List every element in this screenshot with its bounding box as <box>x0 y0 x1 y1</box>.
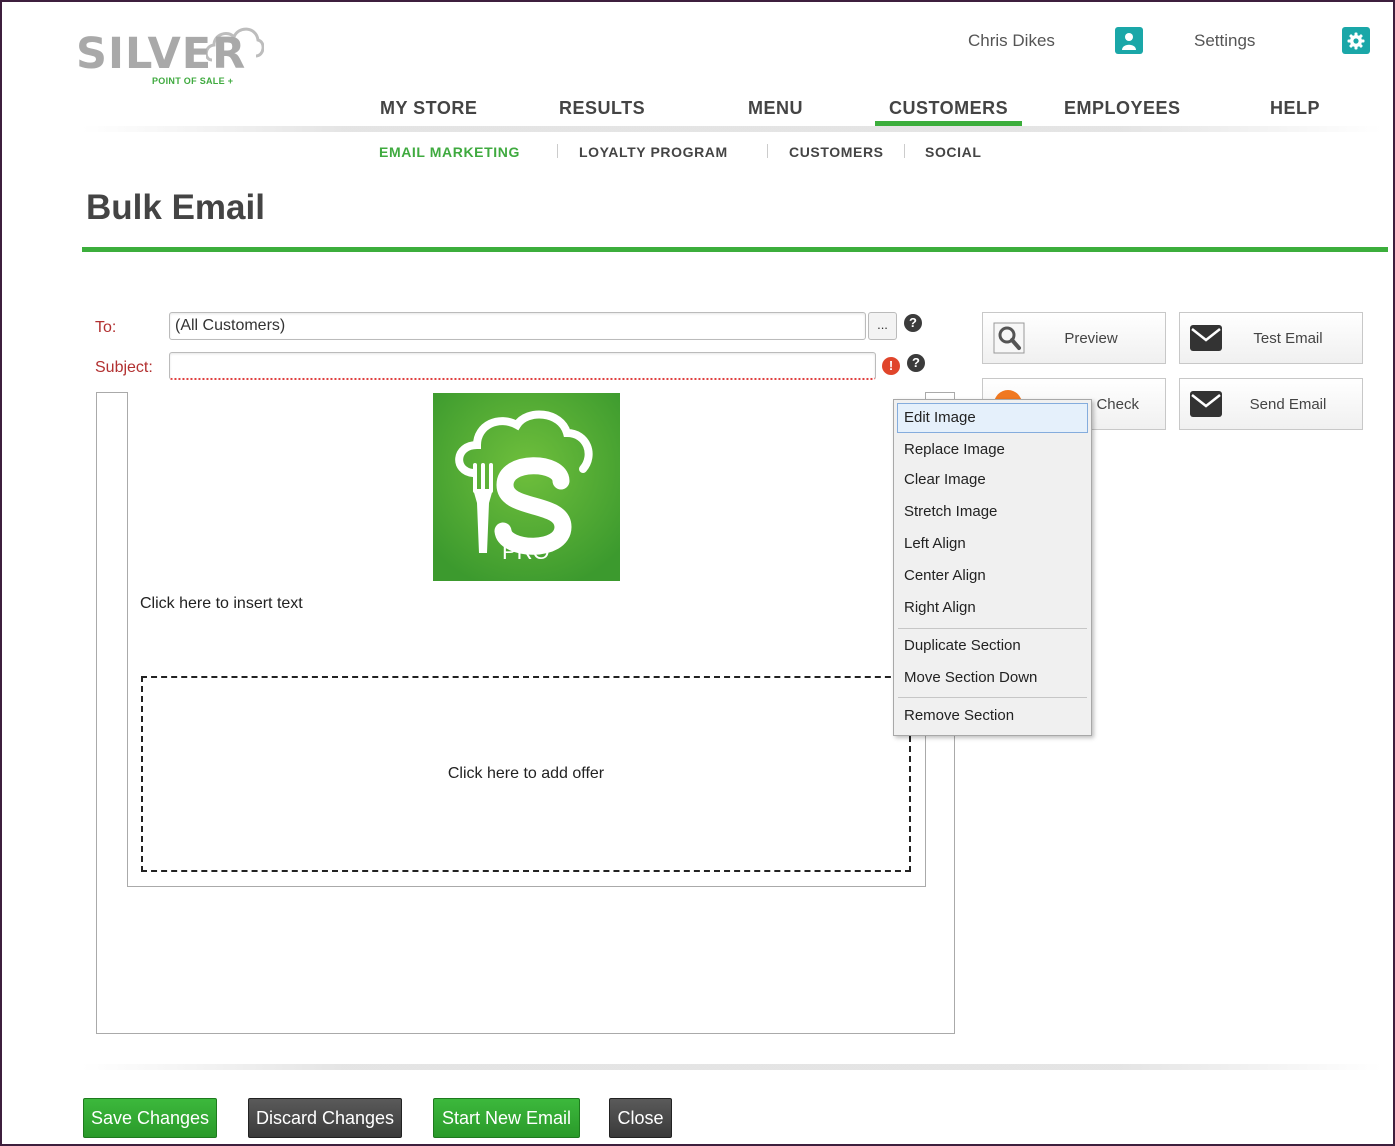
send-email-label: Send Email <box>1249 395 1327 413</box>
nav-employees[interactable]: EMPLOYEES <box>1064 98 1181 119</box>
subnav-separator <box>904 144 905 158</box>
page-title: Bulk Email <box>86 188 265 227</box>
menu-clear-image[interactable]: Clear Image <box>897 465 1088 495</box>
add-offer-placeholder: Click here to add offer <box>447 765 605 782</box>
nav-customers[interactable]: CUSTOMERS <box>889 98 1008 119</box>
logo-subtitle: POINT OF SALE + <box>152 76 234 86</box>
envelope-icon <box>1180 389 1232 419</box>
test-email-button[interactable]: Test Email <box>1179 312 1363 364</box>
discard-changes-button[interactable]: Discard Changes <box>248 1098 402 1138</box>
nav-menu[interactable]: MENU <box>748 98 803 119</box>
subject-help-icon[interactable]: ? <box>907 354 925 372</box>
menu-duplicate-section[interactable]: Duplicate Section <box>897 631 1088 661</box>
silver-pro-logo-icon: PRO <box>455 410 593 564</box>
subnav-customers[interactable]: CUSTOMERS <box>789 144 884 160</box>
menu-separator <box>898 628 1087 629</box>
to-help-icon[interactable]: ? <box>904 314 922 332</box>
to-field[interactable]: (All Customers) <box>169 312 866 340</box>
menu-move-section-down[interactable]: Move Section Down <box>897 663 1088 693</box>
insert-text-placeholder[interactable]: Click here to insert text <box>140 595 303 613</box>
preview-button[interactable]: Preview <box>982 312 1166 364</box>
nav-results[interactable]: RESULTS <box>559 98 645 119</box>
menu-stretch-image[interactable]: Stretch Image <box>897 497 1088 527</box>
email-logo-image[interactable]: PRO <box>433 393 620 581</box>
subnav-separator <box>767 144 768 158</box>
test-email-label: Test Email <box>1253 329 1323 347</box>
subnav-separator <box>557 144 558 158</box>
footer-divider <box>82 1064 1382 1070</box>
subject-field[interactable] <box>169 352 876 380</box>
preview-label: Preview <box>1064 329 1118 347</box>
image-caption: PRO <box>502 539 550 564</box>
title-divider <box>82 247 1388 252</box>
nav-divider <box>82 126 1382 132</box>
to-label: To: <box>95 319 117 336</box>
logo-wordmark: SILVER <box>76 29 247 79</box>
menu-center-align[interactable]: Center Align <box>897 561 1088 591</box>
menu-left-align[interactable]: Left Align <box>897 529 1088 559</box>
menu-replace-image[interactable]: Replace Image <box>897 435 1088 465</box>
recipients-browse-button[interactable]: ... <box>868 312 897 340</box>
image-context-menu: Edit Image Replace Image Clear Image Str… <box>893 399 1092 736</box>
magnifier-icon <box>983 322 1035 354</box>
settings-link[interactable]: Settings <box>1194 31 1255 51</box>
subnav-email-marketing[interactable]: EMAIL MARKETING <box>379 144 520 160</box>
menu-separator <box>898 697 1087 698</box>
nav-help[interactable]: HELP <box>1270 98 1320 119</box>
menu-right-align[interactable]: Right Align <box>897 593 1088 623</box>
send-email-button[interactable]: Send Email <box>1179 378 1363 430</box>
menu-remove-section[interactable]: Remove Section <box>897 701 1088 731</box>
subject-error-icon: ! <box>882 357 900 375</box>
gear-icon[interactable] <box>1342 27 1370 54</box>
add-offer-section[interactable]: Click here to add offer <box>141 676 911 872</box>
nav-my-store[interactable]: MY STORE <box>380 98 477 119</box>
start-new-email-button[interactable]: Start New Email <box>433 1098 580 1138</box>
user-icon[interactable] <box>1115 27 1143 54</box>
user-name[interactable]: Chris Dikes <box>968 31 1055 51</box>
silver-logo[interactable]: SILVER POINT OF SALE + <box>76 20 266 90</box>
save-changes-button[interactable]: Save Changes <box>83 1098 217 1138</box>
subject-label: Subject: <box>95 359 153 376</box>
menu-edit-image[interactable]: Edit Image <box>897 403 1088 433</box>
subnav-loyalty-program[interactable]: LOYALTY PROGRAM <box>579 144 728 160</box>
subnav-social[interactable]: SOCIAL <box>925 144 982 160</box>
close-button[interactable]: Close <box>609 1098 672 1138</box>
envelope-icon <box>1180 323 1232 353</box>
